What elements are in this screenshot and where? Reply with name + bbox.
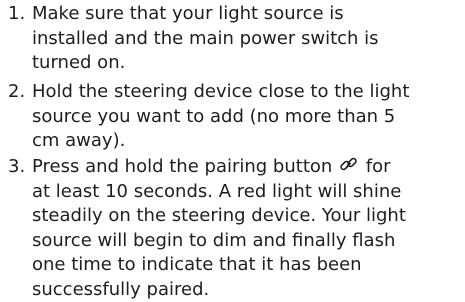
step-text-line: cm away). — [32, 129, 125, 154]
step-text-line: source you want to add (no more than 5 — [32, 105, 395, 130]
step-number: 1. — [8, 2, 25, 27]
step-text-line: successfully paired. — [32, 278, 209, 302]
step-text-before-icon: Press and hold the pairing button — [32, 156, 332, 177]
step-text-line: Press and hold the pairing button for — [32, 155, 391, 180]
step-text-line: steadily on the steering device. Your li… — [32, 204, 406, 229]
step-number: 2. — [8, 80, 25, 105]
pairing-link-icon — [338, 156, 360, 174]
step-text-line: at least 10 seconds. A red light will sh… — [32, 180, 401, 205]
step-text-line: turned on. — [32, 51, 125, 76]
step-text-line: source will begin to dim and finally fla… — [32, 229, 395, 254]
step-number: 3. — [8, 155, 25, 180]
step-text-line: Make sure that your light source is — [32, 2, 344, 27]
step-text-line: installed and the main power switch is — [32, 27, 379, 52]
step-text-line: one time to indicate that it has been — [32, 253, 362, 278]
step-text-line: Hold the steering device close to the li… — [32, 80, 409, 105]
step-text-after-icon: for — [366, 156, 391, 177]
instruction-document: 1. Make sure that your light source is i… — [0, 0, 465, 292]
